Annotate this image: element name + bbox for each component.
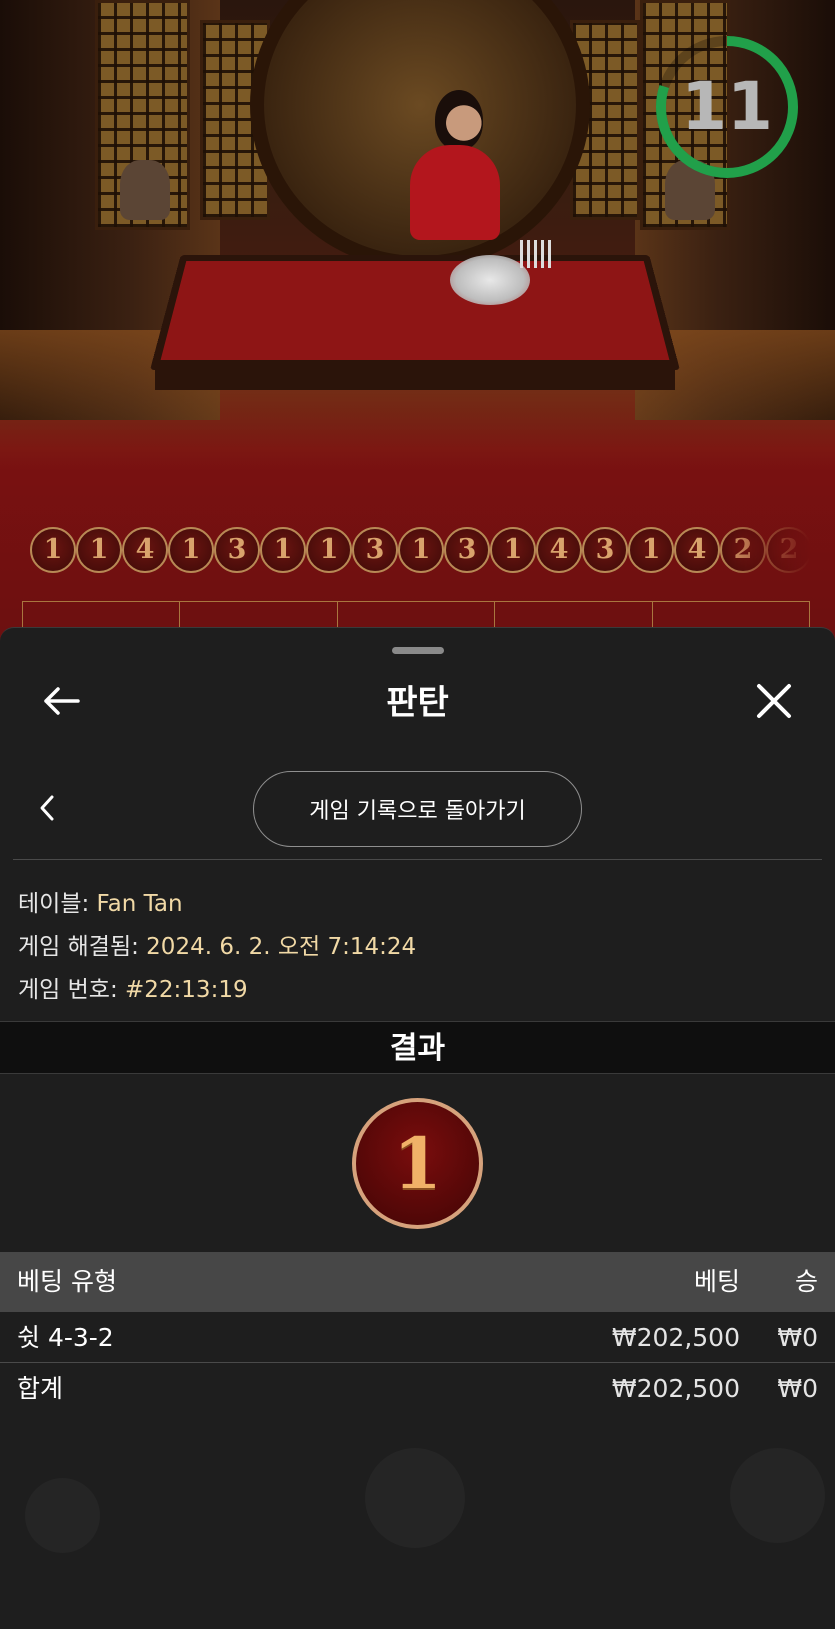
header-win: 승 [794,1267,818,1296]
result-value: 1 [393,1122,442,1205]
sheet-grabber[interactable] [392,647,444,654]
info-game-number: 게임 번호: #22:13:19 [18,970,248,1004]
road-result-ball: 4 [536,527,582,573]
table-row: 쉿 4-3-2 ₩202,500 ₩0 [0,1312,835,1363]
row-win-amount: ₩0 [777,1323,818,1352]
countdown-timer: 11 [652,32,802,182]
row-bet-amount: ₩202,500 [611,1323,740,1352]
game-history-sheet: 판탄 게임 기록으로 돌아가기 테이블: Fan Tan 게임 해결됨: 202… [0,627,835,1629]
road-result-ball: 2 [720,527,766,573]
chevron-left-icon[interactable] [30,791,64,825]
info-resolved-value: 2024. 6. 2. 오전 7:14:24 [146,934,417,960]
dealer-body [410,145,500,240]
road-result-ball: 2 [766,527,810,573]
road-result-ball: 1 [30,527,76,573]
header-bet-type: 베팅 유형 [17,1267,117,1296]
info-resolved: 게임 해결됨: 2024. 6. 2. 오전 7:14:24 [18,927,416,961]
row-bet-type: 쉿 4-3-2 [17,1323,114,1352]
road-result-ball: 1 [260,527,306,573]
road-result-ball: 1 [168,527,214,573]
info-game-number-value: #22:13:19 [125,977,248,1003]
results-road: 11413113131431422 [30,527,810,575]
info-game-number-label: 게임 번호: [18,977,126,1003]
bead-bowl [450,255,530,305]
header-bet: 베팅 [693,1267,740,1296]
game-table-edge [155,360,675,390]
ghost-grid-button [25,1478,100,1553]
ghost-menu-button [730,1448,825,1543]
bets-table-header: 베팅 유형 베팅 승 [0,1252,835,1312]
result-ball: 1 [352,1098,483,1229]
info-resolved-label: 게임 해결됨: [18,934,147,960]
divider [13,859,822,860]
timer-value: 11 [681,68,773,145]
road-result-ball: 4 [674,527,720,573]
total-label: 합계 [17,1374,64,1403]
road-result-ball: 1 [76,527,122,573]
info-table-value: Fan Tan [96,891,183,917]
back-to-history-button[interactable]: 게임 기록으로 돌아가기 [253,771,582,847]
road-result-ball: 3 [352,527,398,573]
sheet-title: 판탄 [386,683,449,723]
road-result-ball: 1 [628,527,674,573]
game-table [150,255,680,370]
live-video: 11 11413113131431422 [0,0,835,660]
total-win-amount: ₩0 [777,1374,818,1403]
road-result-ball: 1 [398,527,444,573]
ghost-chip-button [365,1448,465,1548]
info-table: 테이블: Fan Tan [18,884,183,918]
counting-stick [520,240,554,268]
road-result-ball: 1 [306,527,352,573]
close-icon[interactable] [752,679,796,723]
road-result-ball: 3 [582,527,628,573]
plant-pot-left [120,160,170,220]
result-heading: 결과 [0,1021,835,1074]
dealer [400,90,520,240]
total-bet-amount: ₩202,500 [611,1374,740,1403]
road-result-ball: 1 [490,527,536,573]
road-result-ball: 3 [444,527,490,573]
total-row: 합계 ₩202,500 ₩0 [0,1363,835,1414]
road-result-ball: 3 [214,527,260,573]
info-table-label: 테이블: [18,891,97,917]
road-result-ball: 4 [122,527,168,573]
dealer-head [435,90,483,150]
